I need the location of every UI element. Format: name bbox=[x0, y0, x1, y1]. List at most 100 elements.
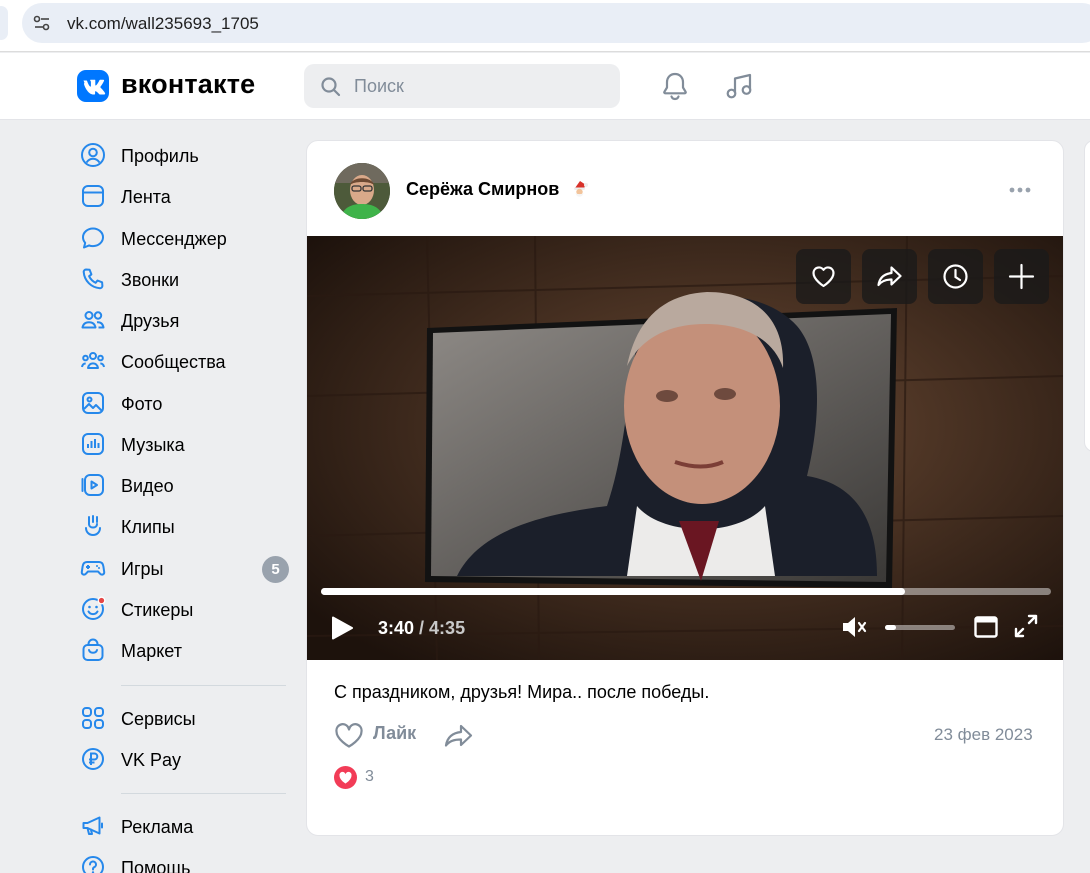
search-icon bbox=[321, 77, 341, 97]
sidebar-item-label: Сервисы bbox=[121, 709, 196, 729]
sidebar-item-label: Друзья bbox=[121, 311, 180, 331]
games-icon bbox=[80, 561, 106, 576]
vk-header: вконтакте bbox=[0, 53, 1090, 120]
sidebar-item-label: Маркет bbox=[121, 641, 182, 661]
sidebar-item-stickers[interactable]: Стикеры bbox=[76, 590, 291, 628]
search-input[interactable] bbox=[354, 64, 604, 108]
share-icon[interactable] bbox=[443, 721, 475, 751]
author-name[interactable]: Серёжа Смирнов bbox=[406, 179, 559, 200]
address-bar[interactable]: vk.com/wall235693_1705 bbox=[22, 3, 1090, 43]
games-count-badge: 5 bbox=[262, 556, 289, 583]
url-text[interactable]: vk.com/wall235693_1705 bbox=[67, 14, 259, 34]
sidebar-item-label: Сообщества bbox=[121, 352, 226, 372]
vk-logo-text[interactable]: вконтакте bbox=[121, 69, 255, 100]
sidebar-item-label: Видео bbox=[121, 476, 174, 496]
sidebar-item-video[interactable]: Видео bbox=[76, 466, 291, 504]
video-time: 3:40 / 4:35 bbox=[378, 618, 465, 639]
sidebar-item-games[interactable]: Игры 5 bbox=[76, 549, 291, 587]
sidebar-item-label: Музыка bbox=[121, 435, 185, 455]
reactions-summary[interactable]: 3 bbox=[334, 766, 394, 790]
right-panel bbox=[1084, 140, 1090, 452]
reactions-count: 3 bbox=[365, 768, 374, 785]
heart-outline-icon bbox=[335, 723, 363, 748]
sidebar-item-help[interactable]: Помощь bbox=[76, 848, 291, 873]
back-button[interactable] bbox=[0, 6, 8, 40]
video-duration: 4:35 bbox=[429, 618, 466, 638]
plus-icon bbox=[1008, 263, 1035, 290]
market-icon bbox=[82, 638, 104, 661]
sidebar-divider bbox=[121, 685, 286, 686]
sidebar-item-services[interactable]: Сервисы bbox=[76, 699, 291, 737]
sidebar-item-vkpay[interactable]: VK Pay bbox=[76, 740, 291, 778]
sidebar-item-communities[interactable]: Сообщества bbox=[76, 342, 291, 380]
sidebar-item-clips[interactable]: Клипы bbox=[76, 507, 291, 545]
more-options-icon[interactable] bbox=[1007, 179, 1033, 201]
messenger-icon bbox=[82, 227, 104, 249]
post-text: С праздником, друзья! Мира.. после побед… bbox=[334, 682, 710, 702]
sidebar-item-label: Реклама bbox=[121, 817, 194, 837]
clock-icon bbox=[943, 264, 968, 289]
phone-icon bbox=[82, 268, 104, 290]
clips-icon bbox=[85, 515, 101, 537]
post-card: Серёжа Смирнов 3:40 / 4:35 С праздником,… bbox=[306, 140, 1064, 836]
music-icon bbox=[82, 433, 104, 455]
sidebar-item-label: Клипы bbox=[121, 517, 175, 537]
author-avatar[interactable] bbox=[334, 163, 390, 219]
friends-icon bbox=[81, 311, 105, 329]
like-label: Лайк bbox=[373, 723, 417, 743]
stickers-icon bbox=[82, 596, 106, 620]
fullscreen-icon[interactable] bbox=[1012, 612, 1040, 640]
video-progress-bar[interactable] bbox=[321, 588, 1051, 595]
santa-emoji-icon bbox=[574, 181, 588, 197]
ads-icon bbox=[82, 816, 103, 835]
vk-logo-icon[interactable] bbox=[77, 70, 109, 102]
video-player[interactable]: 3:40 / 4:35 bbox=[307, 236, 1063, 660]
video-like-button[interactable] bbox=[796, 249, 851, 304]
time-separator: / bbox=[414, 618, 430, 638]
video-icon bbox=[81, 474, 104, 496]
heart-reaction-icon bbox=[334, 766, 357, 789]
search-box[interactable] bbox=[304, 64, 620, 108]
heart-icon bbox=[812, 266, 835, 288]
music-note-icon[interactable] bbox=[722, 69, 756, 103]
sidebar-item-music[interactable]: Музыка bbox=[76, 425, 291, 463]
volume-slider-fill bbox=[885, 625, 896, 630]
video-progress-fill bbox=[321, 588, 905, 595]
news-icon bbox=[82, 185, 104, 207]
like-button[interactable]: Лайк bbox=[334, 719, 424, 753]
sidebar-item-ads[interactable]: Реклама bbox=[76, 807, 291, 845]
sidebar-divider bbox=[121, 793, 286, 794]
sidebar-item-label: Профиль bbox=[121, 146, 199, 166]
sidebar-item-label: Мессенджер bbox=[121, 229, 227, 249]
sidebar-item-label: Фото bbox=[121, 394, 163, 414]
sidebar-item-label: Помощь bbox=[121, 858, 191, 873]
help-icon bbox=[82, 856, 104, 873]
sidebar-item-calls[interactable]: Звонки bbox=[76, 260, 291, 298]
site-info-icon[interactable] bbox=[32, 13, 52, 33]
sidebar-item-market[interactable]: Маркет bbox=[76, 631, 291, 669]
add-video-button[interactable] bbox=[994, 249, 1049, 304]
communities-icon bbox=[81, 352, 105, 369]
services-icon bbox=[82, 707, 104, 729]
video-share-button[interactable] bbox=[862, 249, 917, 304]
volume-muted-icon[interactable] bbox=[839, 612, 869, 642]
sidebar-item-label: Лента bbox=[121, 187, 171, 207]
profile-icon bbox=[81, 143, 105, 167]
miniplayer-icon[interactable] bbox=[973, 614, 999, 640]
bell-icon[interactable] bbox=[658, 69, 692, 103]
sidebar-item-label: Игры bbox=[121, 559, 164, 579]
photo-icon bbox=[82, 392, 104, 414]
browser-toolbar: vk.com/wall235693_1705 bbox=[0, 0, 1090, 52]
sidebar-item-profile[interactable]: Профиль bbox=[76, 136, 291, 174]
watch-later-button[interactable] bbox=[928, 249, 983, 304]
vkpay-icon bbox=[82, 748, 104, 770]
sidebar-item-messenger[interactable]: Мессенджер bbox=[76, 219, 291, 257]
sidebar-item-news[interactable]: Лента bbox=[76, 177, 291, 215]
play-icon[interactable] bbox=[329, 614, 355, 642]
volume-slider[interactable] bbox=[885, 625, 955, 630]
sidebar-item-photo[interactable]: Фото bbox=[76, 384, 291, 422]
share-icon bbox=[877, 266, 902, 287]
current-time: 3:40 bbox=[378, 618, 415, 638]
post-date[interactable]: 23 фев 2023 bbox=[934, 725, 1033, 745]
sidebar-item-friends[interactable]: Друзья bbox=[76, 301, 291, 339]
